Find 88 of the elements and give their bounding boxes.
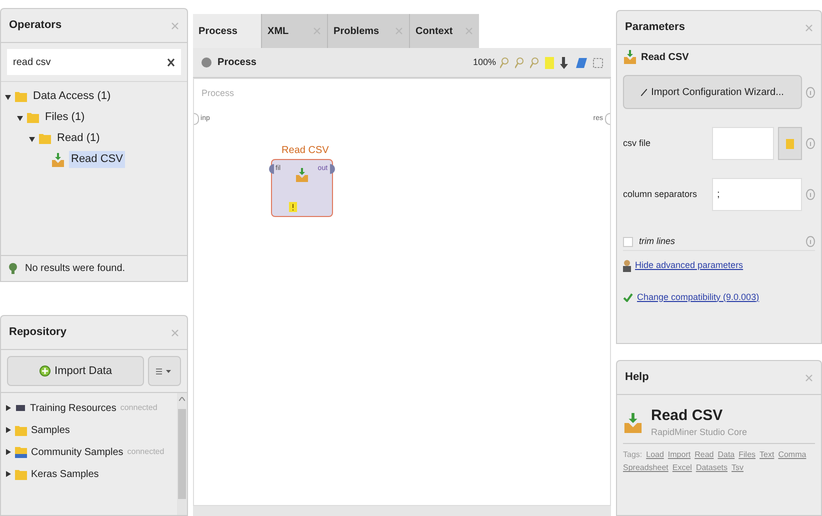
connection-status: connected [127, 446, 164, 458]
collapsed-arrow-icon[interactable] [5, 471, 11, 477]
help-subtitle: RapidMiner Studio Core [651, 426, 748, 439]
tree-item[interactable]: Data Access (1) [31, 88, 113, 105]
repository-item[interactable]: Samples [31, 422, 70, 438]
repository-item[interactable]: Training Resources [30, 400, 116, 416]
note-icon[interactable] [545, 56, 554, 68]
lightbulb-icon [9, 263, 17, 274]
checkbox-label: trim lines [639, 234, 676, 248]
status-text: No results were found. [25, 262, 126, 276]
expanded-arrow-icon[interactable] [5, 94, 11, 100]
expanded-arrow-icon[interactable] [17, 114, 23, 120]
person-icon [623, 260, 631, 272]
editor-tab[interactable]: Problems [326, 14, 409, 48]
plus-circle-icon [38, 365, 51, 377]
info-icon[interactable] [806, 189, 815, 200]
import-icon [623, 413, 643, 434]
close-icon[interactable] [312, 27, 321, 35]
close-icon[interactable] [805, 374, 813, 382]
folder-icon [27, 112, 39, 123]
folder-icon [786, 138, 794, 148]
tree-item[interactable]: Read CSV [69, 151, 125, 168]
zoom-in-icon[interactable] [500, 56, 509, 68]
input-port[interactable] [194, 113, 199, 125]
tree-item[interactable]: Files (1) [43, 109, 87, 126]
field-label: column separators [623, 188, 698, 201]
close-icon[interactable] [170, 22, 179, 30]
repository-item[interactable]: Community Samples [31, 444, 124, 460]
arrow-down-icon[interactable] [560, 56, 570, 68]
close-icon[interactable] [394, 27, 403, 35]
browse-button[interactable] [778, 127, 802, 160]
process-icon [200, 57, 212, 68]
clear-icon[interactable] [160, 49, 181, 75]
output-port[interactable] [330, 164, 335, 174]
link[interactable]: Hide advanced parameters [635, 259, 744, 272]
info-icon[interactable] [806, 86, 815, 98]
panel-tab[interactable]: Parameters [616, 10, 822, 44]
breadcrumb[interactable]: Process [218, 55, 473, 70]
scroll-up-icon[interactable] [178, 397, 185, 401]
close-icon[interactable] [464, 27, 473, 35]
operator-name: Read CSV [641, 50, 689, 64]
close-icon[interactable] [805, 24, 813, 32]
help-title: Read CSV [651, 407, 724, 426]
output-port[interactable] [605, 113, 610, 125]
import-icon [51, 152, 65, 166]
folder-people-icon [15, 446, 27, 458]
collapsed-arrow-icon[interactable] [5, 427, 11, 433]
info-icon[interactable] [806, 236, 815, 247]
link[interactable]: Change compatibility (9.0.003) [637, 290, 760, 304]
checkmark-icon [623, 292, 633, 302]
info-icon[interactable] [806, 138, 815, 149]
import-icon [294, 168, 309, 182]
panel-tab[interactable]: Help [616, 360, 822, 394]
input-port[interactable] [268, 164, 274, 174]
tree-item[interactable]: Read (1) [55, 130, 102, 147]
zoom-fit-icon[interactable] [530, 56, 539, 68]
import-data-button[interactable]: Import Data [7, 356, 144, 386]
fullscreen-icon[interactable] [593, 58, 603, 68]
tags-label: Tags: [623, 449, 642, 462]
panel-tab[interactable]: Operators [0, 8, 188, 42]
input-field[interactable]: ; [712, 178, 802, 211]
zoom-out-icon[interactable] [515, 56, 524, 68]
folder-icon [15, 468, 27, 480]
canvas-label: Process [202, 87, 234, 100]
import-icon [623, 50, 637, 64]
menu-caret-icon [156, 368, 172, 374]
folder-icon [15, 424, 27, 436]
collapsed-arrow-icon[interactable] [5, 405, 11, 411]
input-field[interactable] [712, 127, 774, 160]
close-icon[interactable] [170, 328, 179, 336]
menu-dropdown-button[interactable] [148, 356, 181, 386]
folder-icon [15, 91, 27, 102]
connection-status: connected [120, 402, 158, 414]
scrollbar[interactable] [176, 393, 187, 515]
panel-tab[interactable]: Repository [0, 315, 188, 349]
folder-icon [39, 133, 51, 144]
checkbox[interactable] [623, 236, 633, 246]
import-wizard-button[interactable]: Import Configuration Wizard... [623, 75, 802, 109]
editor-tab[interactable]: Process [192, 14, 261, 48]
zoom-level: 100% [472, 56, 496, 69]
repository-item[interactable]: Keras Samples [31, 466, 99, 482]
search-field[interactable]: read csv [7, 49, 161, 75]
operator-title: Read CSV [282, 144, 329, 158]
collapsed-arrow-icon[interactable] [5, 449, 11, 455]
editor-tab[interactable]: XML [260, 14, 327, 48]
expanded-arrow-icon[interactable] [29, 136, 35, 142]
field-label: csv file [623, 136, 652, 150]
editor-tab[interactable]: Context [408, 14, 479, 48]
